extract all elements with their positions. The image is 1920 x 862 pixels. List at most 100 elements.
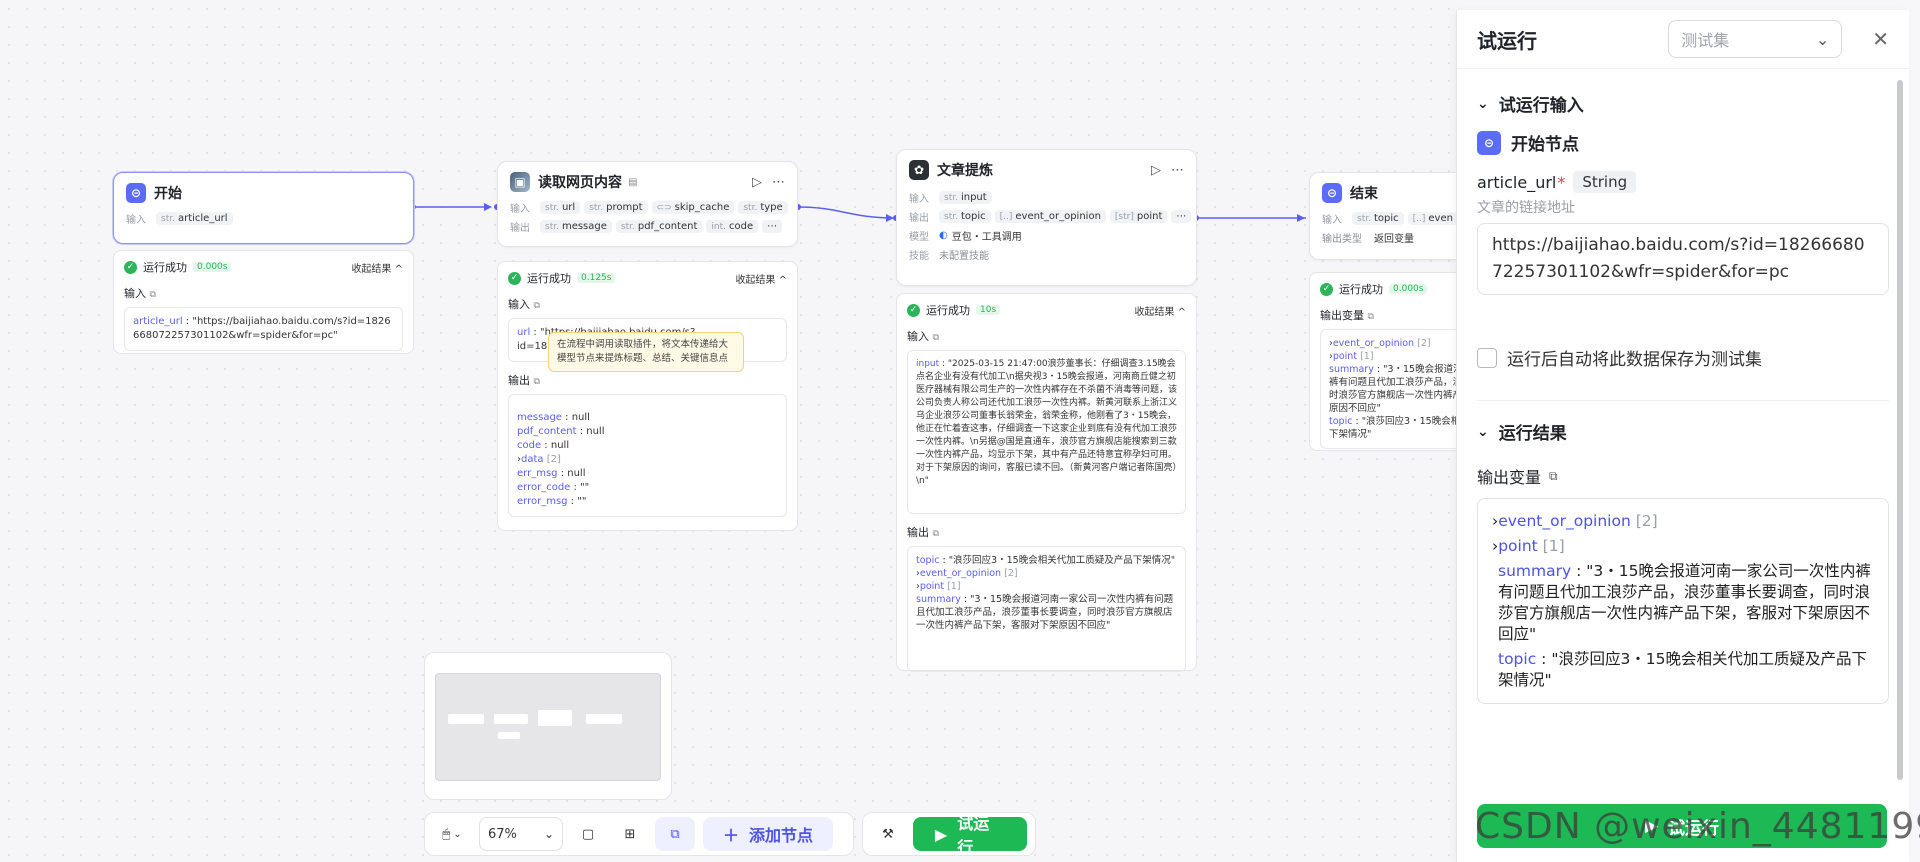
- copy-icon[interactable]: ⧉: [1368, 312, 1374, 322]
- copy-icon[interactable]: ⧉: [933, 529, 939, 539]
- status-text: 运行成功: [926, 304, 970, 317]
- status-text: 运行成功: [143, 261, 187, 274]
- input-label: 输入: [907, 330, 929, 343]
- input-label: 输入: [508, 298, 530, 311]
- chevron-down-icon: ⌄: [1815, 29, 1830, 49]
- param-tag: str. url: [540, 201, 581, 214]
- start-node-icon: ⊝: [126, 183, 146, 203]
- model-name: 豆包・工具调用: [951, 232, 1022, 243]
- status-text: 运行成功: [527, 272, 571, 285]
- copy-icon[interactable]: ⧉: [150, 290, 156, 300]
- more-icon[interactable]: ⋯: [772, 175, 785, 190]
- expand-point-toggle[interactable]: ›point [1]: [1492, 536, 1874, 557]
- time-badge: 10s: [976, 305, 1001, 315]
- mouse-mode-button[interactable]: 🖱︎ ⌄: [433, 817, 471, 851]
- expand-point-toggle[interactable]: ›point [1]: [916, 580, 1177, 593]
- plus-icon: ＋: [723, 826, 740, 845]
- workflow-canvas[interactable]: ⊝ 开始 输入 str. article_url ✓ 运行成功 0.000s 收起…: [0, 0, 1481, 862]
- copy-icon[interactable]: ⧉: [534, 301, 540, 311]
- param-tag: str. type: [738, 201, 788, 214]
- param-tag: str. input: [939, 191, 992, 204]
- reader-node[interactable]: ▣ 读取网页内容 ▤ ▷ ⋯ 输入 str. url str. prompt ⊂⊃ sk…: [497, 161, 798, 247]
- param-tag: str. article_url: [156, 212, 233, 225]
- input-label: 输入: [124, 287, 146, 300]
- field-description: 文章的链接地址: [1477, 200, 1575, 216]
- input-label: 输入: [510, 204, 530, 215]
- expand-event-toggle[interactable]: ›event_or_opinion [2]: [1492, 511, 1874, 532]
- reader-result-panel: ✓ 运行成功 0.125s 收起结果 ^ 输入 ⧉ url : "https:/…: [497, 261, 798, 531]
- collapse-result-button[interactable]: 收起结果 ^: [735, 271, 787, 286]
- time-badge: 0.000s: [1389, 284, 1428, 294]
- collapse-result-button[interactable]: 收起结果 ^: [1134, 303, 1186, 318]
- chevron-down-icon: ⌄: [1477, 423, 1489, 440]
- canvas-toolbar: 🖱︎ ⌄ 67% ⌄ ▢ ⊞ ⧉ ＋添加节点: [424, 812, 854, 856]
- output-label: 输出: [508, 374, 530, 387]
- layout-icon[interactable]: ⊞: [613, 817, 647, 851]
- param-tag: [str] point: [1109, 210, 1168, 223]
- output-label: 输出: [907, 526, 929, 539]
- section-input-toggle[interactable]: ⌄ 试运行输入: [1457, 91, 1909, 117]
- minimap-toggle-icon[interactable]: ⧉: [655, 817, 695, 851]
- play-icon[interactable]: ▷: [752, 175, 762, 190]
- success-icon: ✓: [907, 303, 920, 317]
- output-vars-header: 输出变量 ⧉: [1477, 468, 1558, 487]
- output-type-value: 返回变量: [1374, 234, 1414, 245]
- comment-icon[interactable]: ▢: [571, 817, 605, 851]
- param-tag: str. topic: [1352, 212, 1404, 225]
- minimap[interactable]: [424, 652, 672, 800]
- output-label: 输出: [909, 213, 929, 224]
- minimap-viewport[interactable]: [435, 673, 661, 781]
- panel-scrollbar[interactable]: [1897, 80, 1903, 780]
- start-node[interactable]: ⊝ 开始 输入 str. article_url: [113, 172, 414, 244]
- param-tag: str. pdf_content: [615, 220, 703, 233]
- copy-icon[interactable]: ⧉: [933, 333, 939, 343]
- reader-node-title: 读取网页内容: [538, 175, 622, 191]
- close-icon[interactable]: ✕: [1872, 27, 1889, 51]
- play-icon[interactable]: ▷: [1151, 163, 1161, 178]
- time-badge: 0.125s: [577, 273, 616, 283]
- end-node-title: 结束: [1350, 186, 1378, 202]
- extract-node-title: 文章提炼: [937, 163, 993, 179]
- extract-result-panel: ✓ 运行成功 10s 收起结果 ^ 输入 ⧉ input : "2025-03-…: [896, 293, 1197, 672]
- autosave-row[interactable]: 运行后自动将此数据保存为测试集: [1457, 345, 1909, 370]
- article-url-input[interactable]: https://baijiahao.baidu.com/s?id=1826668…: [1477, 223, 1889, 295]
- status-text: 运行成功: [1339, 283, 1383, 296]
- more-params-tag: ⋯: [1171, 210, 1192, 223]
- add-node-button[interactable]: ＋添加节点: [703, 817, 834, 851]
- autosave-checkbox[interactable]: [1477, 347, 1497, 368]
- output-json-box: message : null pdf_content : null code :…: [508, 394, 787, 517]
- more-icon[interactable]: ⋯: [1171, 163, 1184, 178]
- collapse-result-button[interactable]: 收起结果 ^: [351, 260, 403, 275]
- input-json-box: article_url : "https://baijiahao.baidu.c…: [124, 307, 403, 351]
- output-label: 输出变量: [1320, 309, 1364, 322]
- section-result-toggle[interactable]: ⌄ 运行结果: [1457, 419, 1909, 445]
- output-json-box: ›event_or_opinion [2] ›point [1] summary…: [1477, 498, 1889, 704]
- start-node-header: ⊝ 开始节点: [1457, 130, 1909, 155]
- field-name: article_url: [1477, 172, 1557, 192]
- param-tag: int. code: [706, 220, 759, 233]
- param-tag: ⊂⊃ skip_cache: [651, 201, 735, 214]
- start-result-panel: ✓ 运行成功 0.000s 收起结果 ^ 输入 ⧉ article_url : …: [113, 250, 414, 354]
- output-label: 输出: [510, 223, 530, 234]
- start-node-icon: ⊝: [1477, 130, 1501, 155]
- testset-select[interactable]: 测试集 ⌄: [1668, 20, 1843, 58]
- test-run-button[interactable]: ▶ 试运行: [912, 814, 1027, 857]
- copy-icon[interactable]: ⧉: [534, 377, 540, 387]
- input-label: 输入: [1322, 215, 1342, 226]
- field-type-badge: String: [1573, 171, 1637, 193]
- field-header: article_url * String: [1457, 171, 1909, 193]
- input-label: 输入: [909, 194, 929, 205]
- success-icon: ✓: [124, 260, 137, 274]
- zoom-select[interactable]: 67% ⌄: [479, 817, 563, 851]
- wrench-icon[interactable]: ⚒: [871, 817, 905, 851]
- node-description-tooltip: 在流程中调用读取插件，将文本传递给大模型节点来提炼标题、总结、关键信息点: [548, 332, 744, 372]
- skill-value: 未配置技能: [939, 251, 989, 262]
- doc-icon: ▤: [628, 176, 638, 188]
- extract-node[interactable]: ✿ 文章提炼 ▷ ⋯ 输入 str. input 输出 str. topic [..]…: [896, 149, 1197, 286]
- reader-plugin-icon: ▣: [510, 172, 530, 192]
- watermark: CSDN @weixin_44811994: [1475, 806, 1920, 847]
- input-label: 输入: [126, 215, 146, 226]
- copy-icon[interactable]: ⧉: [1549, 469, 1558, 484]
- expand-data-toggle[interactable]: ›data [2]: [517, 453, 778, 467]
- expand-event-toggle[interactable]: ›event_or_opinion [2]: [916, 567, 1177, 580]
